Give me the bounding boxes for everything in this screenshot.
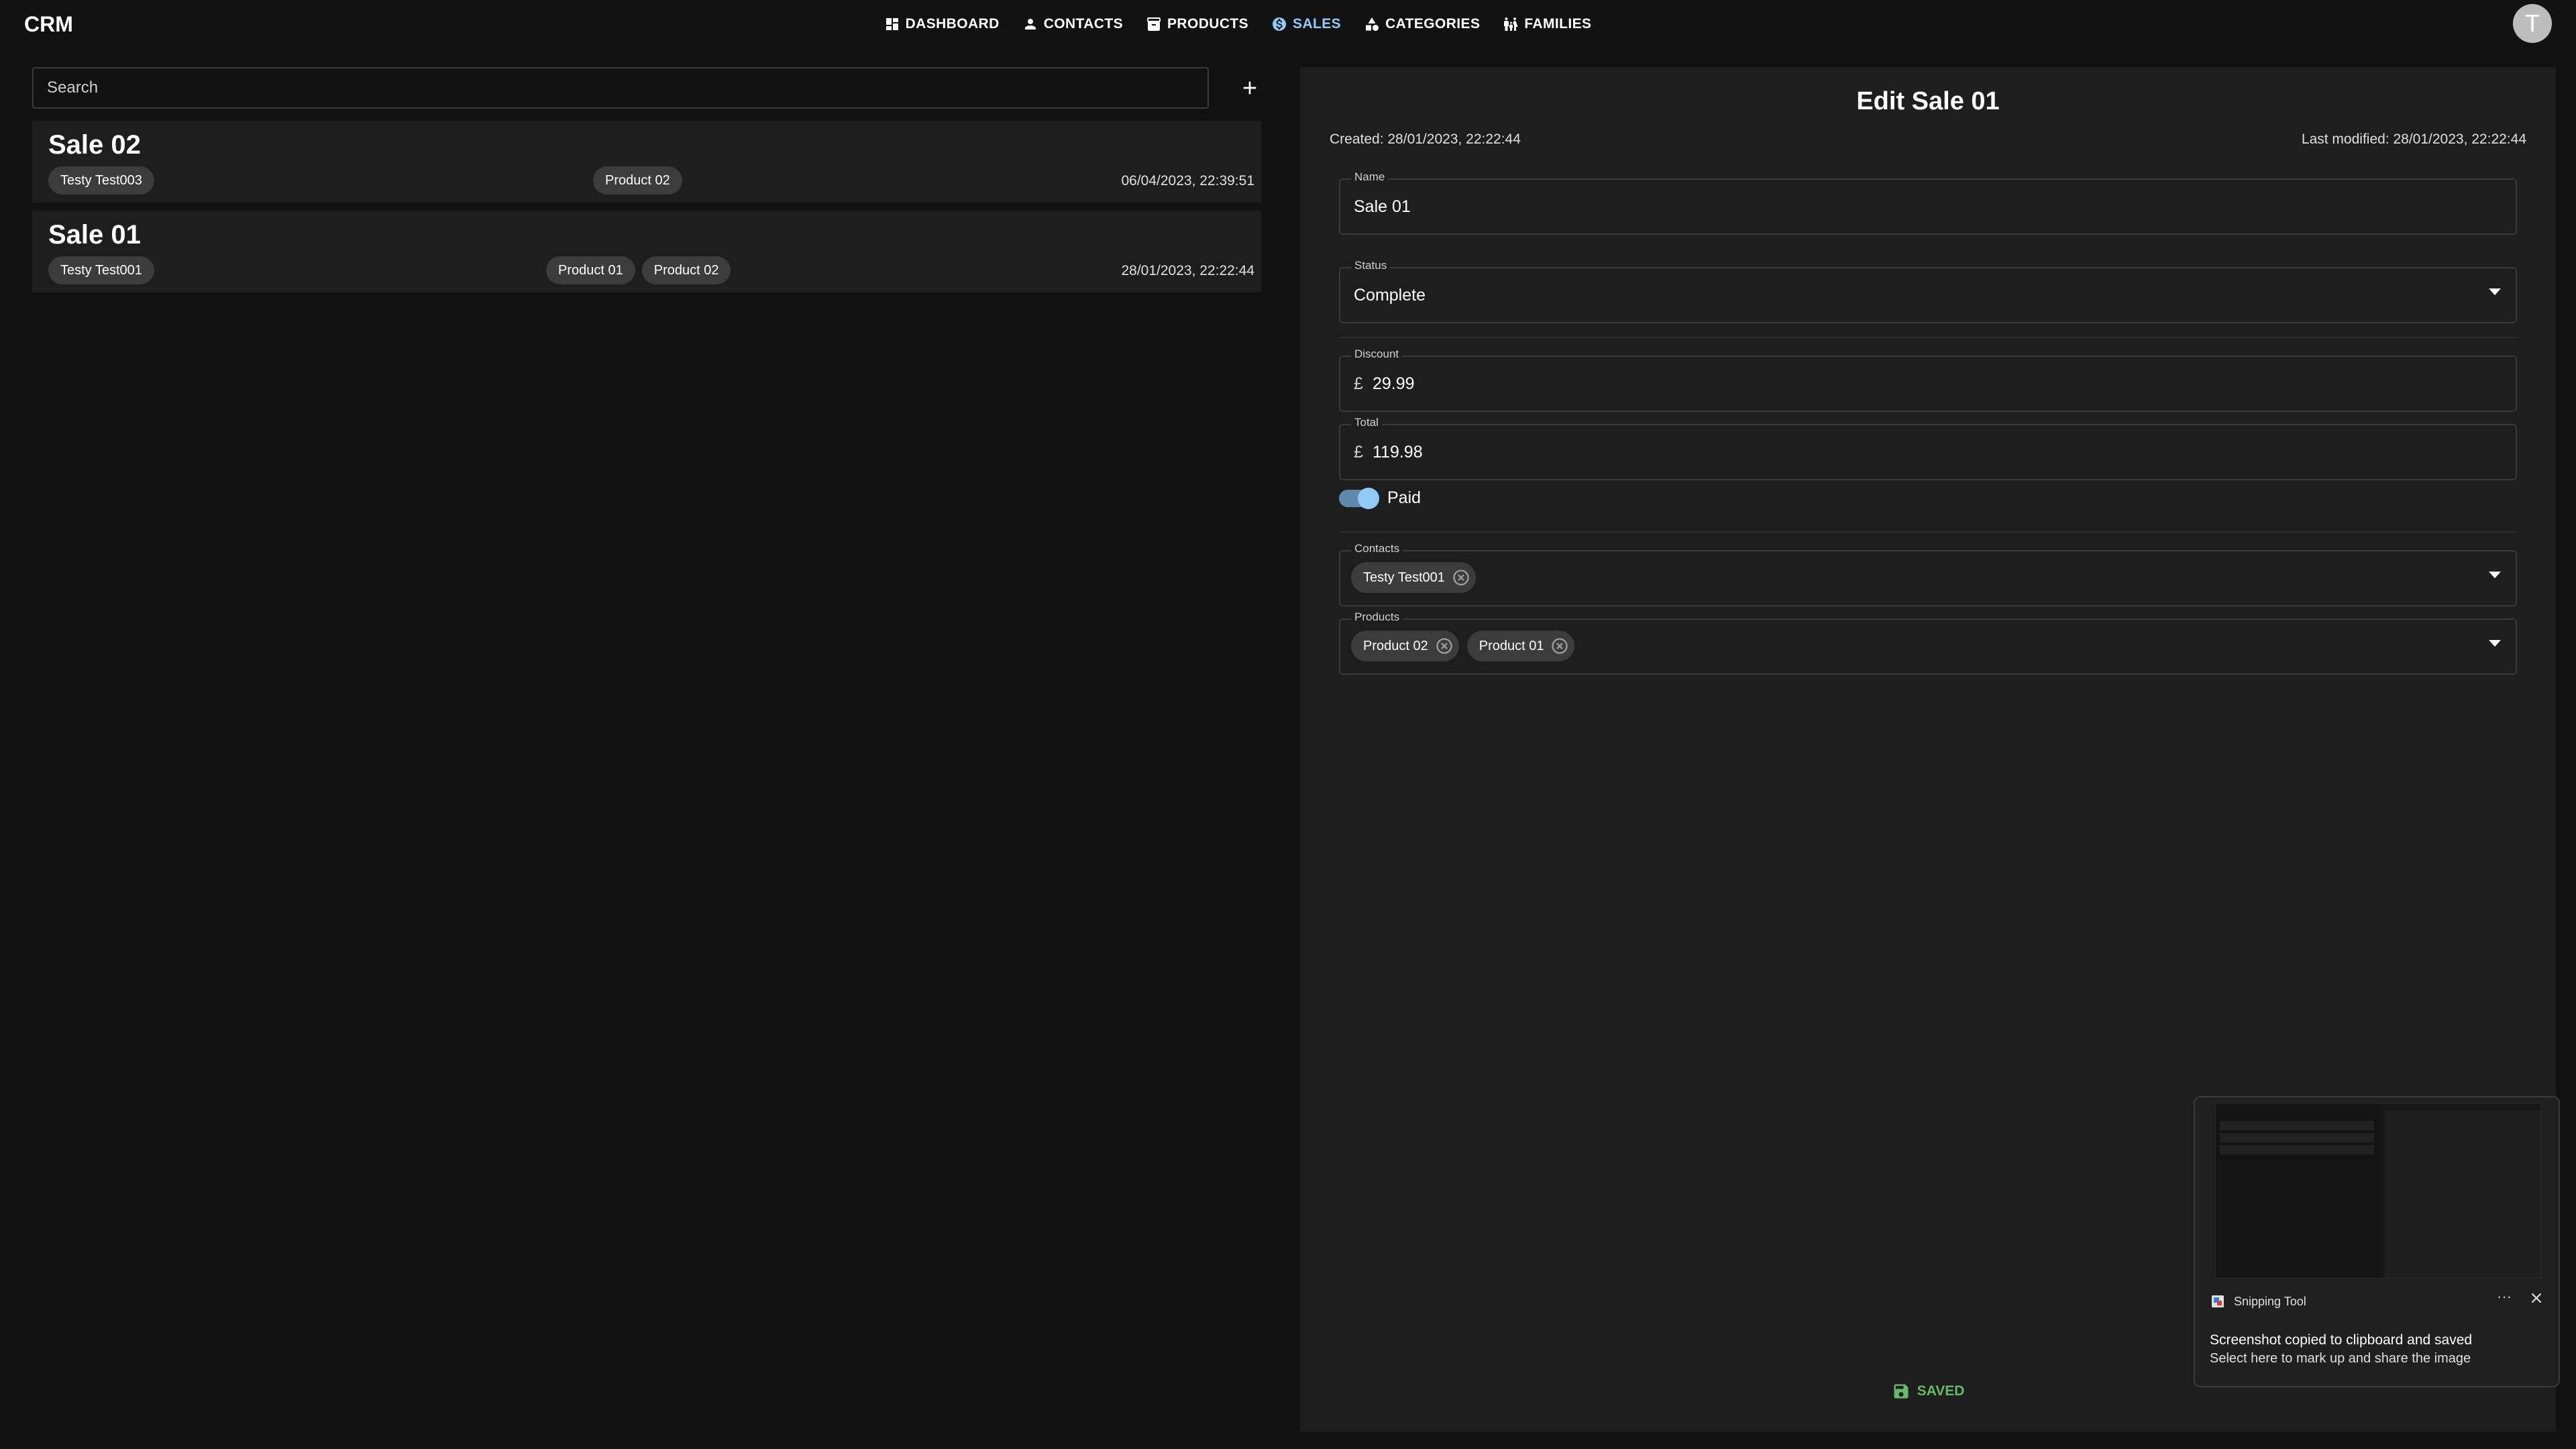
contact-chip: Testy Test003 <box>48 166 154 195</box>
product-chip: Product 01 <box>546 256 635 284</box>
status-select[interactable]: Status Complete <box>1339 259 2517 323</box>
dropdown-arrow-icon[interactable] <box>2489 572 2501 578</box>
toggle-track[interactable] <box>1339 487 1379 509</box>
contacts-select[interactable]: Contacts Testy Test001 <box>1339 542 2517 606</box>
screenshot-thumbnail[interactable] <box>2215 1103 2541 1279</box>
search-row <box>32 67 1261 109</box>
nav-categories-label: CATEGORIES <box>1385 16 1481 32</box>
snipping-tool-icon <box>2212 1295 2224 1307</box>
nav-sales[interactable]: SALES <box>1271 12 1341 36</box>
dollar-circle-icon <box>1273 17 1287 31</box>
sale-card[interactable]: Sale 01 Testy Test001 Product 01 Product… <box>32 211 1261 292</box>
created-timestamp: Created: 28/01/2023, 22:22:44 <box>1330 131 1521 147</box>
family-icon <box>1504 17 1518 31</box>
snipping-tool-notification[interactable]: Snipping Tool ··· Screenshot copied to c… <box>2194 1096 2560 1387</box>
products-select-label: Products <box>1351 610 1403 624</box>
dropdown-arrow-icon <box>2489 288 2501 295</box>
contact-chip: Testy Test001 <box>1351 562 1476 593</box>
currency-prefix: £ <box>1354 443 1363 462</box>
nav-contacts-label: CONTACTS <box>1043 16 1123 32</box>
products-select[interactable]: Products Product 02 Product 01 <box>1339 610 2517 675</box>
contact-chip-label: Testy Test001 <box>1363 570 1445 585</box>
toast-title: Screenshot copied to clipboard and saved <box>2210 1332 2473 1348</box>
toast-subtitle: Select here to mark up and share the ima… <box>2210 1351 2471 1366</box>
product-chips: Product 02 <box>593 166 682 195</box>
sale-card-title: Sale 02 <box>48 130 141 160</box>
nav-categories[interactable]: CATEGORIES <box>1364 12 1480 36</box>
status-select-label: Status <box>1351 259 1391 272</box>
paid-toggle[interactable]: Paid <box>1339 487 1421 509</box>
user-avatar[interactable]: T <box>2513 4 2552 43</box>
nav-dashboard[interactable]: DASHBOARD <box>884 12 1000 36</box>
products-chips: Product 02 Product 01 <box>1351 631 1575 661</box>
sale-card-title: Sale 01 <box>48 220 141 250</box>
contacts-chips: Testy Test001 <box>1351 562 1476 593</box>
save-icon <box>1894 1384 1909 1399</box>
discount-field-label: Discount <box>1351 347 1403 361</box>
nav-dashboard-label: DASHBOARD <box>905 16 1000 32</box>
dropdown-arrow-icon[interactable] <box>2489 640 2501 647</box>
sale-card[interactable]: Sale 02 Testy Test003 Product 02 06/04/2… <box>32 121 1261 203</box>
add-sale-button[interactable] <box>1234 72 1265 103</box>
person-icon <box>1024 19 1036 30</box>
contact-chip: Testy Test001 <box>48 256 154 284</box>
nav-families[interactable]: FAMILIES <box>1503 12 1591 36</box>
contacts-select-label: Contacts <box>1351 542 1403 555</box>
currency-prefix: £ <box>1354 374 1363 393</box>
product-chip: Product 02 <box>593 166 682 195</box>
shapes-icon <box>1366 17 1379 31</box>
plus-icon <box>1243 81 1256 95</box>
name-field[interactable]: Name Sale 01 <box>1339 170 2517 235</box>
status-select-value: Complete <box>1354 286 1426 305</box>
close-icon[interactable] <box>2528 1289 2545 1307</box>
dashboard-icon <box>885 18 898 30</box>
sale-card-date: 06/04/2023, 22:39:51 <box>1121 173 1254 189</box>
product-chip: Product 02 <box>1351 631 1459 661</box>
cancel-circle-icon[interactable] <box>1452 568 1470 587</box>
paid-toggle-label: Paid <box>1387 488 1421 507</box>
total-field-label: Total <box>1351 416 1382 429</box>
product-chips: Product 01 Product 02 <box>546 256 731 284</box>
product-chip-label: Product 02 <box>1363 638 1428 653</box>
archive-icon <box>1147 17 1161 31</box>
sale-card-date: 28/01/2023, 22:22:44 <box>1121 263 1254 278</box>
product-chip: Product 01 <box>1466 631 1575 661</box>
total-field[interactable]: Total £ 119.98 <box>1339 416 2517 480</box>
discount-field-value: 29.99 <box>1373 374 1415 393</box>
top-app-bar: CRM DASHBOARD CONTACTS PRODUCTS SALES CA… <box>0 0 2576 48</box>
divider <box>1339 337 2517 338</box>
total-field-value: 119.98 <box>1373 443 1423 462</box>
toast-app-name: Snipping Tool <box>2234 1294 2306 1308</box>
cancel-circle-icon[interactable] <box>1550 637 1569 655</box>
more-options-icon[interactable]: ··· <box>2497 1288 2512 1305</box>
nav-sales-label: SALES <box>1293 16 1342 32</box>
main-nav: DASHBOARD CONTACTS PRODUCTS SALES CATEGO… <box>0 12 2576 36</box>
nav-products-label: PRODUCTS <box>1167 16 1249 32</box>
edit-title: Edit Sale 01 <box>1856 87 2000 115</box>
nav-contacts[interactable]: CONTACTS <box>1022 12 1123 36</box>
discount-field[interactable]: Discount £ 29.99 <box>1339 347 2517 412</box>
divider <box>1339 531 2517 533</box>
name-field-value: Sale 01 <box>1354 197 1411 216</box>
saved-label: SAVED <box>1917 1383 1965 1399</box>
nav-families-label: FAMILIES <box>1524 16 1592 32</box>
search-input[interactable] <box>32 67 1209 109</box>
sales-list: Sale 02 Testy Test003 Product 02 06/04/2… <box>32 121 1261 301</box>
product-chip-label: Product 01 <box>1479 638 1544 653</box>
modified-timestamp: Last modified: 28/01/2023, 22:22:44 <box>2301 131 2526 147</box>
toggle-thumb <box>1358 487 1379 509</box>
product-chip: Product 02 <box>641 256 731 284</box>
name-field-label: Name <box>1351 170 1389 184</box>
cancel-circle-icon[interactable] <box>1435 637 1454 655</box>
nav-products[interactable]: PRODUCTS <box>1146 12 1248 36</box>
toast-app-header: Snipping Tool <box>2210 1293 2306 1309</box>
